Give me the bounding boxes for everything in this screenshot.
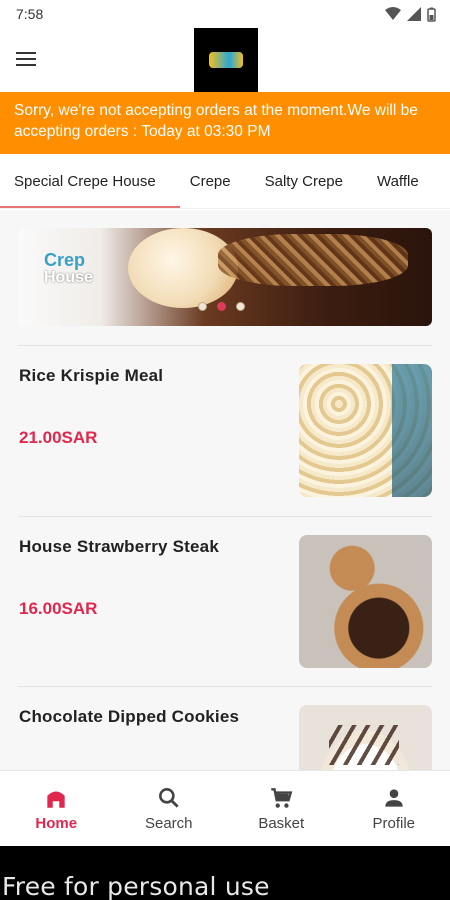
- banner-brand-logo: Crep House: [44, 250, 93, 286]
- nav-basket-label: Basket: [258, 815, 305, 832]
- item-image: [299, 705, 432, 770]
- battery-icon: [427, 7, 436, 22]
- status-time: 7:58: [16, 6, 44, 22]
- watermark-text: Free for personal use: [2, 872, 270, 900]
- tab-crepe[interactable]: Crepe: [176, 155, 231, 208]
- search-icon: [158, 788, 179, 808]
- nav-profile-label: Profile: [372, 815, 416, 832]
- banner-dessert-image: [218, 234, 408, 286]
- nav-search[interactable]: Search: [113, 771, 226, 846]
- closed-notice-text: Sorry, we're not accepting orders at the…: [14, 102, 418, 140]
- menu-content: Crep House Rice Krispie Meal 21.00SAR Hou…: [0, 210, 450, 770]
- wifi-icon: [385, 7, 401, 20]
- banner-dot-1[interactable]: [198, 302, 207, 311]
- tab-salty-crepe[interactable]: Salty Crepe: [251, 155, 343, 208]
- closed-notice-banner: Sorry, we're not accepting orders at the…: [0, 92, 450, 154]
- hamburger-menu-icon[interactable]: [14, 48, 42, 72]
- item-name: Rice Krispie Meal: [19, 366, 164, 385]
- nav-profile[interactable]: Profile: [338, 771, 450, 846]
- bottom-nav: Home Search Basket Profile: [0, 770, 450, 846]
- category-tabs: Special Crepe House Crepe Salty Crepe Wa…: [0, 155, 450, 209]
- status-icons: [385, 7, 436, 22]
- item-image: [299, 535, 432, 668]
- nav-home-label: Home: [35, 815, 78, 832]
- menu-item[interactable]: House Strawberry Steak 16.00SAR: [0, 517, 450, 668]
- nav-search-label: Search: [144, 815, 193, 832]
- banner-dot-3[interactable]: [236, 302, 245, 311]
- status-bar: 7:58: [0, 0, 450, 28]
- menu-item[interactable]: Rice Krispie Meal 21.00SAR: [0, 346, 450, 497]
- banner-pagination: [198, 302, 245, 311]
- signal-icon: [407, 7, 421, 21]
- tab-special-crepe-house[interactable]: Special Crepe House: [0, 155, 180, 208]
- cart-icon: [271, 788, 293, 808]
- person-icon: [385, 789, 403, 807]
- tab-waffle[interactable]: Waffle: [363, 155, 419, 208]
- app-bar: [0, 28, 450, 92]
- promo-banner[interactable]: Crep House: [18, 228, 432, 326]
- item-name: House Strawberry Steak: [19, 537, 219, 556]
- menu-item[interactable]: Chocolate Dipped Cookies: [0, 687, 450, 770]
- nav-basket[interactable]: Basket: [225, 771, 338, 846]
- item-price: 21.00SAR: [19, 428, 98, 447]
- item-image: [299, 364, 432, 497]
- item-name: Chocolate Dipped Cookies: [19, 707, 240, 726]
- nav-home[interactable]: Home: [0, 771, 113, 846]
- watermark-footer: Free for personal use: [0, 846, 450, 900]
- item-price: 16.00SAR: [19, 599, 98, 618]
- brand-logo: [194, 28, 258, 92]
- banner-dot-2[interactable]: [217, 302, 226, 311]
- home-icon: [47, 791, 65, 808]
